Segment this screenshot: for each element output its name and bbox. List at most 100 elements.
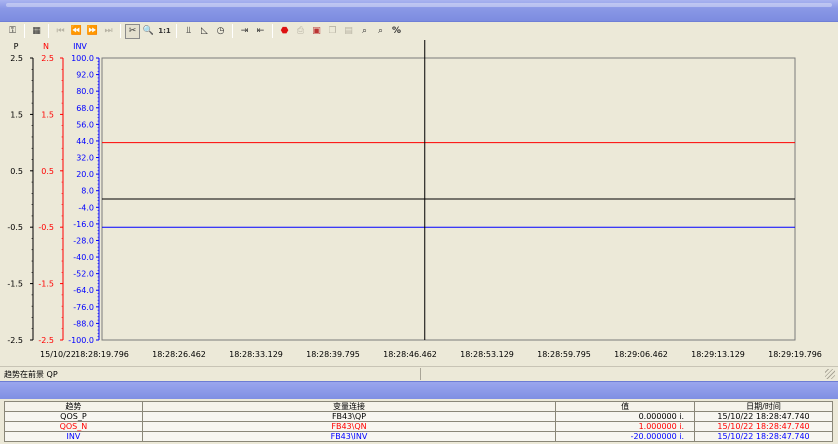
first-icon[interactable]: ⏮ [54, 25, 67, 38]
y-tick-label: -76.0 [73, 303, 94, 312]
one-to-one-button[interactable]: 1:1 [158, 25, 171, 38]
y-tick-label: -0.5 [38, 223, 54, 232]
y-tick-label: -64.0 [73, 286, 94, 295]
search-icon[interactable]: ⌕ [358, 25, 371, 38]
print-preview-icon[interactable]: ⎙ [294, 25, 307, 38]
x-tick-label: 18:28:19.796 [75, 350, 129, 359]
toolbar: ⚿ ▦ ⏮ ⏪ ⏩ ⏭ ✂ 🔍 1:1 ⫫ ◺ ◷ ⇥ ⇤ ⬣ ⎙ ▣ ❐ ▤ … [0, 22, 838, 40]
cell-trend: INV [4, 431, 143, 442]
y-tick-label: -28.0 [73, 236, 94, 245]
x-tick-label: 18:29:06.462 [614, 350, 668, 359]
title-bar [0, 0, 838, 22]
scale-icon[interactable]: ◺ [198, 25, 211, 38]
rewind-icon[interactable]: ⏪ [70, 25, 83, 38]
percent-button[interactable]: % [390, 25, 403, 38]
y-tick-label: 44.0 [76, 137, 94, 146]
y-tick-label: 0.5 [41, 167, 54, 176]
stop-icon[interactable]: ⬣ [278, 25, 291, 38]
key-icon[interactable]: ⚿ [6, 25, 19, 38]
cell-datetime: 15/10/22 18:28:47.740 [694, 431, 833, 442]
table-row[interactable]: QOS_N FB43\QN 1.000000 i. 15/10/22 18:28:47… [4, 421, 833, 432]
y-tick-label: 92.0 [76, 71, 94, 80]
cursor-select-icon[interactable]: ✂ [125, 23, 140, 39]
save-icon[interactable]: ▤ [342, 25, 355, 38]
y-tick-label: -4.0 [78, 203, 94, 212]
clock-icon[interactable]: ◷ [214, 25, 227, 38]
table-row[interactable]: QOS_P FB43\QP 0.000000 i. 15/10/22 18:28:47… [4, 411, 833, 422]
panel-bar [0, 381, 838, 399]
value-table: 趋势 变量连接 值 日期/时间 QOS_P FB43\QP 0.000000 i. 1… [4, 401, 833, 442]
export-icon[interactable]: ⇥ [238, 25, 251, 38]
cell-variable-link: FB43\QP [141, 411, 557, 422]
y-tick-label: 68.0 [76, 104, 94, 113]
x-tick-label: 18:29:19.796 [768, 350, 822, 359]
axis-header-p: P [14, 42, 19, 51]
cell-datetime: 15/10/22 18:28:47.740 [694, 421, 833, 432]
last-icon[interactable]: ⏭ [102, 25, 115, 38]
y-tick-label: -40.0 [73, 253, 94, 262]
y-tick-label: -1.5 [38, 280, 54, 289]
table-row[interactable]: INV FB43\INV -20.000000 i. 15/10/22 18:28:4… [4, 431, 833, 442]
cell-trend: QOS_P [4, 411, 143, 422]
zoom-icon[interactable]: 🔍 [142, 25, 155, 38]
x-tick-label: 18:28:53.129 [460, 350, 514, 359]
cell-value: -20.000000 i. [555, 431, 696, 442]
header-value[interactable]: 值 [555, 401, 696, 412]
x-tick-label: 18:28:26.462 [152, 350, 206, 359]
copy-icon[interactable]: ❐ [326, 25, 339, 38]
trend-chart[interactable]: P 2.5 1.5 0.5 -0.5 -1.5 -2.5 N 2.5 1.5 0.5 -0.5 -1.5… [0, 40, 838, 366]
cell-value: 1.000000 i. [555, 421, 696, 432]
header-trend[interactable]: 趋势 [4, 401, 143, 412]
value-table-pane: 趋势 变量连接 值 日期/时间 QOS_P FB43\QP 0.000000 i. 1… [0, 399, 838, 444]
axis-icon[interactable]: ⫫ [182, 25, 195, 38]
y-tick-label: -16.0 [73, 220, 94, 229]
header-variable-link[interactable]: 变量连接 [141, 401, 557, 412]
axis-header-n: N [43, 42, 49, 51]
y-tick-label: -0.5 [7, 223, 23, 232]
trend-chart-pane: P 2.5 1.5 0.5 -0.5 -1.5 -2.5 N 2.5 1.5 0.5 -0.5 -1.5… [0, 40, 838, 366]
table-icon[interactable]: ▦ [30, 25, 43, 38]
y-tick-label: -2.5 [38, 336, 54, 345]
y-tick-label: 8.0 [81, 187, 94, 196]
y-tick-label: 2.5 [10, 54, 23, 63]
cell-variable-link: FB43\QN [141, 421, 557, 432]
status-text: 趋势在前景 QP [4, 370, 58, 379]
y-tick-label: 20.0 [76, 170, 94, 179]
y-tick-label: -1.5 [7, 280, 23, 289]
find-icon[interactable]: ⌕ [374, 25, 387, 38]
toolbar-separator [48, 24, 49, 38]
y-tick-label: -88.0 [73, 319, 94, 328]
import-icon[interactable]: ⇤ [254, 25, 267, 38]
toolbar-separator [176, 24, 177, 38]
toolbar-separator [232, 24, 233, 38]
x-tick-label: 18:28:59.795 [537, 350, 591, 359]
y-tick-label: -52.0 [73, 270, 94, 279]
y-tick-label: 2.5 [41, 54, 54, 63]
save-image-icon[interactable]: ▣ [310, 25, 323, 38]
y-tick-label: 1.5 [41, 110, 54, 119]
y-tick-label: 100.0 [71, 54, 94, 63]
toolbar-separator [120, 24, 121, 38]
y-tick-label: -2.5 [7, 336, 23, 345]
x-tick-label: 18:28:33.129 [229, 350, 283, 359]
x-tick-label: 18:28:39.795 [306, 350, 360, 359]
status-divider [420, 368, 421, 380]
cell-trend: QOS_N [4, 421, 143, 432]
y-tick-label: 0.5 [10, 167, 23, 176]
cell-variable-link: FB43\INV [141, 431, 557, 442]
forward-icon[interactable]: ⏩ [86, 25, 99, 38]
x-tick-label: 18:28:46.462 [383, 350, 437, 359]
y-tick-label: 32.0 [76, 154, 94, 163]
status-bar: 趋势在前景 QP [0, 366, 838, 381]
toolbar-separator [24, 24, 25, 38]
x-tick-label: 18:29:13.129 [691, 350, 745, 359]
cell-datetime: 15/10/22 18:28:47.740 [694, 411, 833, 422]
y-tick-label: 80.0 [76, 87, 94, 96]
cell-value: 0.000000 i. [555, 411, 696, 422]
y-tick-label: 56.0 [76, 120, 94, 129]
y-tick-label: 1.5 [10, 110, 23, 119]
resize-grip[interactable] [825, 369, 835, 379]
header-datetime[interactable]: 日期/时间 [694, 401, 833, 412]
toolbar-separator [272, 24, 273, 38]
x-date-label: 15/10/22 [40, 350, 76, 359]
